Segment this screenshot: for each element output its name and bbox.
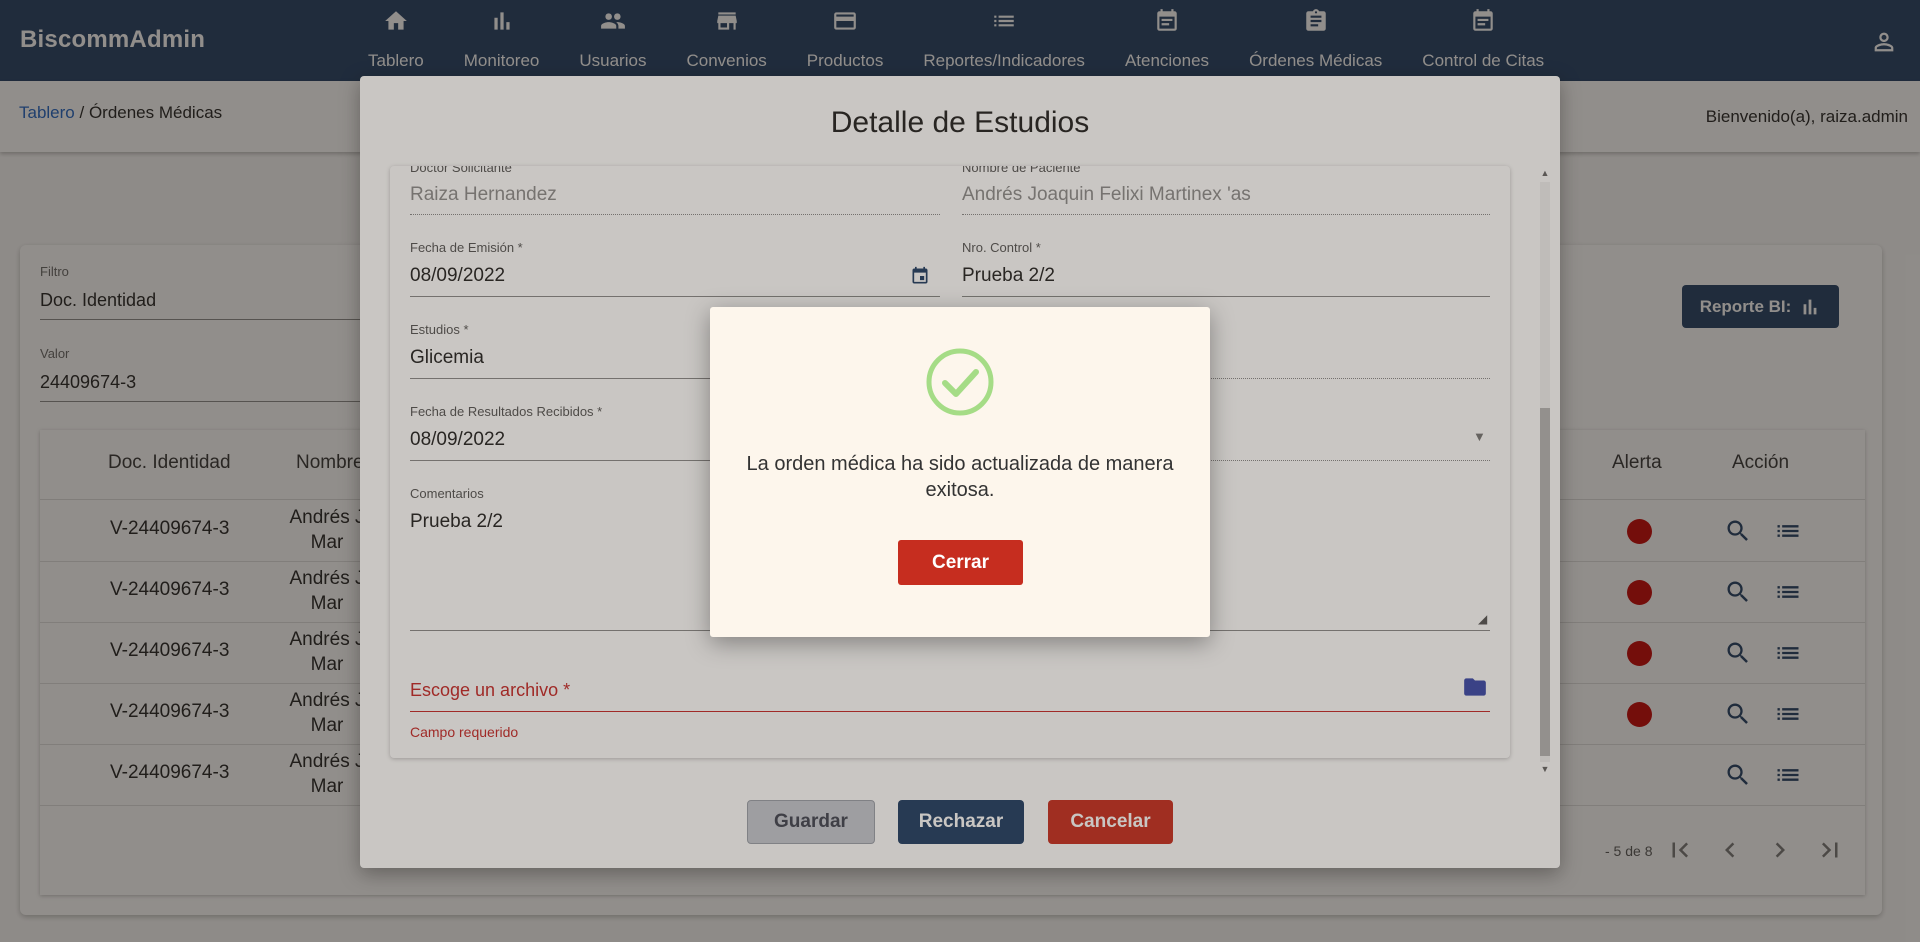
success-check-icon <box>926 348 994 416</box>
close-button[interactable]: Cerrar <box>898 540 1023 585</box>
success-message: La orden médica ha sido actualizada de m… <box>746 453 1174 501</box>
success-modal: La orden médica ha sido actualizada de m… <box>710 307 1210 637</box>
